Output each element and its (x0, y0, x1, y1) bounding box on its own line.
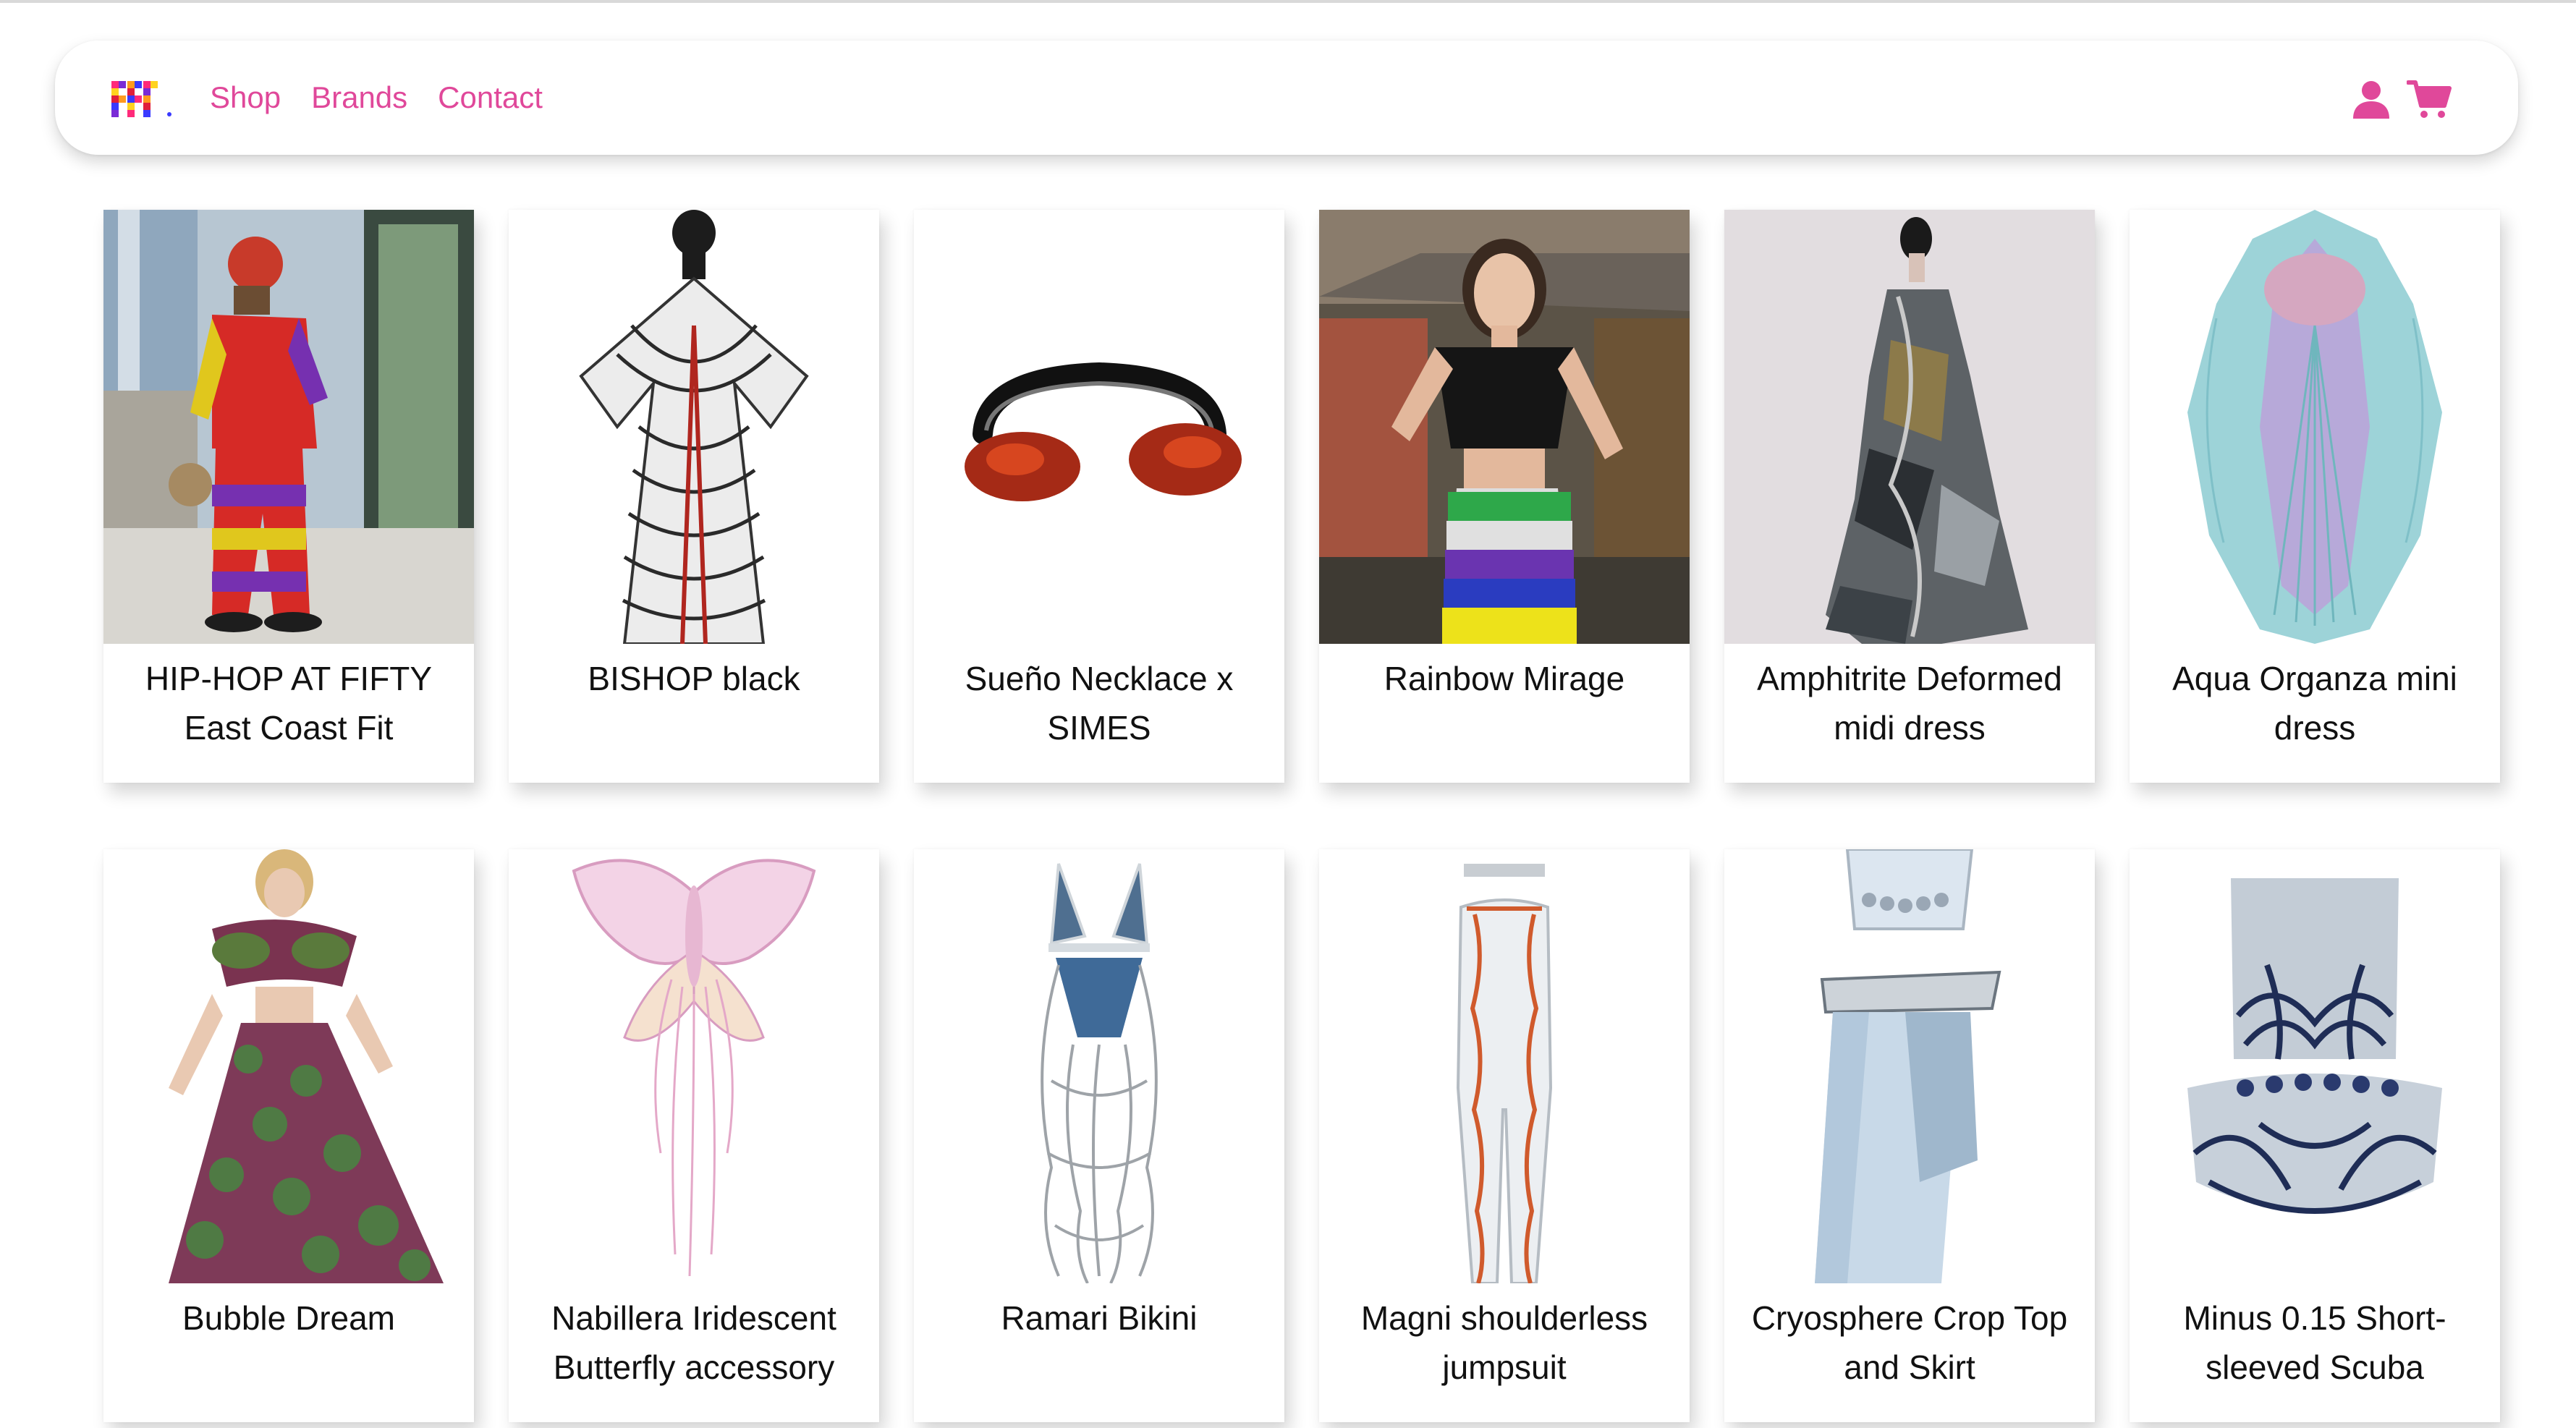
product-card[interactable]: BISHOP black (509, 210, 879, 783)
product-name[interactable]: Rainbow Mirage (1319, 654, 1690, 703)
product-card[interactable]: Magni shoulderless jumpsuit (1319, 849, 1690, 1422)
product-card[interactable]: Amphitrite Deformed midi dress (1724, 210, 2095, 783)
brand-logo[interactable] (111, 78, 177, 119)
product-name[interactable]: Amphitrite Deformed midi dress (1724, 654, 2095, 752)
product-name[interactable]: Minus 0.15 Short-sleeved Scuba (2130, 1293, 2500, 1392)
product-image (103, 849, 474, 1283)
product-name[interactable]: Cryosphere Crop Top and Skirt (1724, 1293, 2095, 1392)
user-icon[interactable] (2350, 78, 2392, 120)
product-image (103, 210, 474, 644)
product-name[interactable]: Magni shoulderless jumpsuit (1319, 1293, 1690, 1392)
product-card[interactable]: Bubble Dream (103, 849, 474, 1422)
product-card[interactable]: Sueño Necklace x SIMES (914, 210, 1284, 783)
product-image (509, 849, 879, 1283)
product-grid: HIP-HOP AT FIFTY East Coast Fit BISHOP b… (103, 210, 2506, 1422)
product-image (1724, 849, 2095, 1283)
product-name[interactable]: HIP-HOP AT FIFTY East Coast Fit (103, 654, 474, 752)
product-card[interactable]: Minus 0.15 Short-sleeved Scuba (2130, 849, 2500, 1422)
product-image (1319, 849, 1690, 1283)
product-card[interactable]: Aqua Organza mini dress (2130, 210, 2500, 783)
nav-contact-link[interactable]: Contact (438, 80, 543, 115)
product-card[interactable]: Cryosphere Crop Top and Skirt (1724, 849, 2095, 1422)
product-image (2130, 210, 2500, 644)
product-name[interactable]: BISHOP black (509, 654, 879, 703)
product-name[interactable]: Sueño Necklace x SIMES (914, 654, 1284, 752)
top-divider (0, 0, 2576, 3)
main-nav: Shop Brands Contact (210, 41, 543, 155)
product-card[interactable]: HIP-HOP AT FIFTY East Coast Fit (103, 210, 474, 783)
product-name[interactable]: Bubble Dream (103, 1293, 474, 1343)
site-header: Shop Brands Contact (55, 41, 2518, 155)
product-image (2130, 849, 2500, 1283)
product-name[interactable]: Aqua Organza mini dress (2130, 654, 2500, 752)
product-card[interactable]: Rainbow Mirage (1319, 210, 1690, 783)
nav-shop-link[interactable]: Shop (210, 80, 281, 115)
product-image (1724, 210, 2095, 644)
product-image (509, 210, 879, 644)
product-card[interactable]: Ramari Bikini (914, 849, 1284, 1422)
nav-brands-link[interactable]: Brands (311, 80, 407, 115)
product-image (914, 210, 1284, 644)
product-name[interactable]: Nabillera Iridescent Butterfly accessory (509, 1293, 879, 1392)
cart-icon[interactable] (2407, 78, 2452, 120)
product-image (1319, 210, 1690, 644)
product-name[interactable]: Ramari Bikini (914, 1293, 1284, 1343)
product-card[interactable]: Nabillera Iridescent Butterfly accessory (509, 849, 879, 1422)
product-image (914, 849, 1284, 1283)
